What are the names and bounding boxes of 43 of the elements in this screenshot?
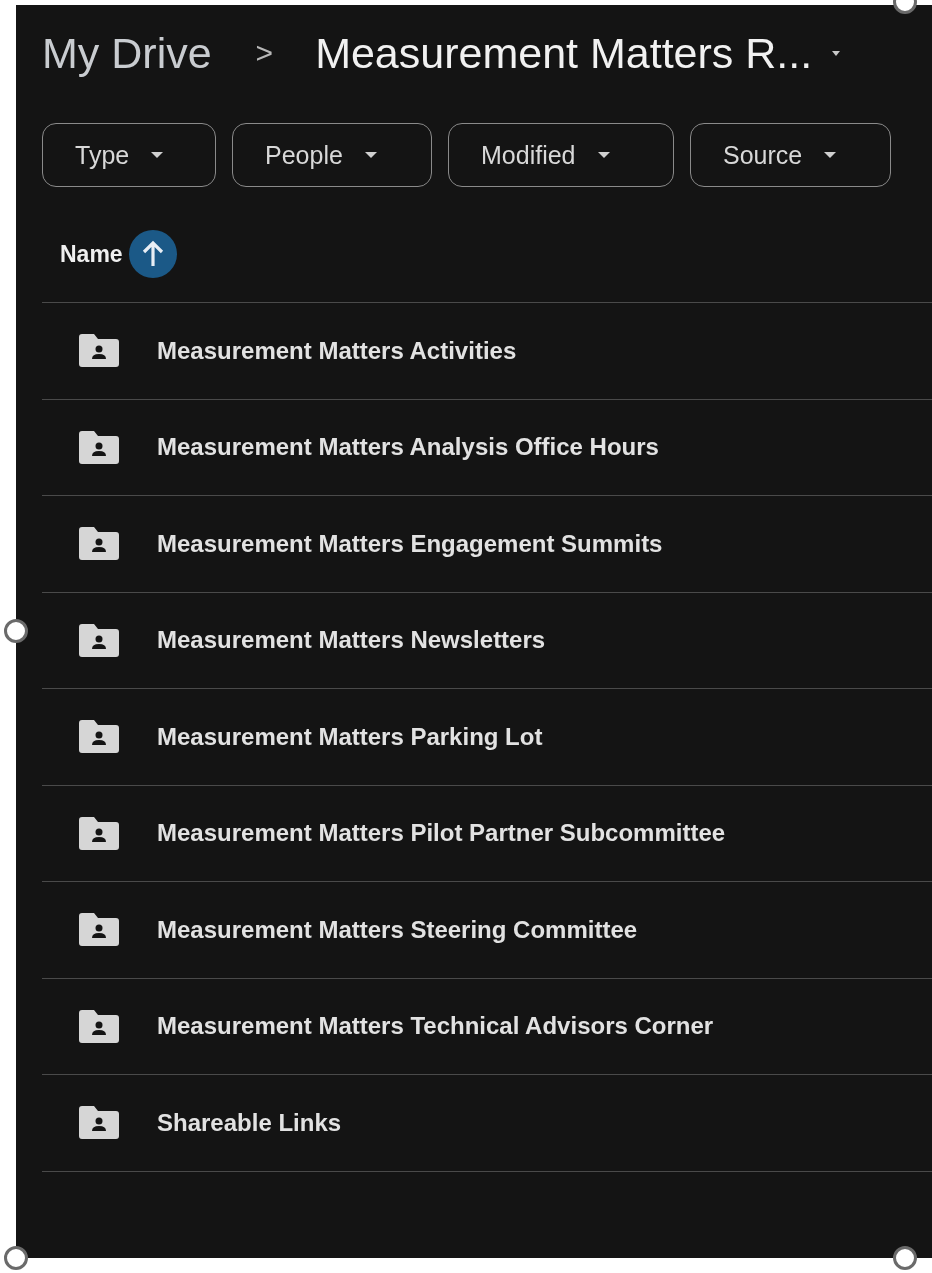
breadcrumb-link[interactable]: My Drive xyxy=(42,28,212,78)
folder-row[interactable]: Measurement Matters Activities xyxy=(42,303,932,400)
filter-chip[interactable]: Source xyxy=(690,123,891,187)
shared-folder-icon xyxy=(79,1106,119,1140)
folder-row[interactable]: Measurement Matters Parking Lot xyxy=(42,689,932,786)
resize-handle[interactable] xyxy=(4,619,28,643)
caret-icon xyxy=(824,151,837,159)
shared-folder-icon xyxy=(79,623,119,657)
folder-name: Measurement Matters Newsletters xyxy=(157,626,546,655)
shared-folder-icon xyxy=(79,334,119,368)
shared-folder-icon xyxy=(79,816,119,850)
caret-icon xyxy=(364,151,377,159)
folder-name: Measurement Matters Steering Committee xyxy=(157,915,638,944)
folder-row[interactable]: Measurement Matters Pilot Partner Subcommittee xyxy=(42,785,932,882)
breadcrumb-separator: > xyxy=(255,36,274,70)
folder-name: Measurement Matters Parking Lot xyxy=(157,722,543,751)
caret-icon xyxy=(597,151,610,159)
folder-name: Measurement Matters Activities xyxy=(157,336,517,365)
name-column-header[interactable]: Name xyxy=(60,240,123,268)
folder-row[interactable]: Measurement Matters Technical Advisors Corner xyxy=(42,978,932,1075)
caret-icon[interactable] xyxy=(832,48,841,58)
folder-name: Measurement Matters Analysis Office Hours xyxy=(157,433,659,462)
folder-row[interactable]: Measurement Matters Engagement Summits xyxy=(42,496,932,593)
folder-row[interactable]: Measurement Matters Newsletters xyxy=(42,592,932,689)
folder-name: Measurement Matters Technical Advisors Corner xyxy=(157,1012,714,1041)
filter-chip[interactable]: Modified xyxy=(448,123,674,187)
shared-folder-icon xyxy=(79,1009,119,1043)
resize-handle[interactable] xyxy=(4,1246,28,1270)
shared-folder-icon xyxy=(79,720,119,754)
shared-folder-icon xyxy=(79,430,119,464)
current-folder-title: Measurement Matters R... xyxy=(315,28,813,78)
folder-name: Shareable Links xyxy=(157,1108,342,1137)
folder-name: Measurement Matters Engagement Summits xyxy=(157,529,663,558)
folder-name: Measurement Matters Pilot Partner Subcommittee xyxy=(157,819,726,848)
shared-folder-icon xyxy=(79,527,119,561)
folder-row[interactable]: Measurement Matters Steering Committee xyxy=(42,882,932,979)
resize-handle[interactable] xyxy=(893,1246,917,1270)
caret-icon xyxy=(151,151,164,159)
shared-folder-icon xyxy=(79,913,119,947)
folder-row[interactable]: Shareable Links xyxy=(42,1075,932,1172)
filter-chip[interactable]: Type xyxy=(42,123,216,187)
filter-chip[interactable]: People xyxy=(232,123,432,187)
folder-row[interactable]: Measurement Matters Analysis Office Hours xyxy=(42,399,932,496)
